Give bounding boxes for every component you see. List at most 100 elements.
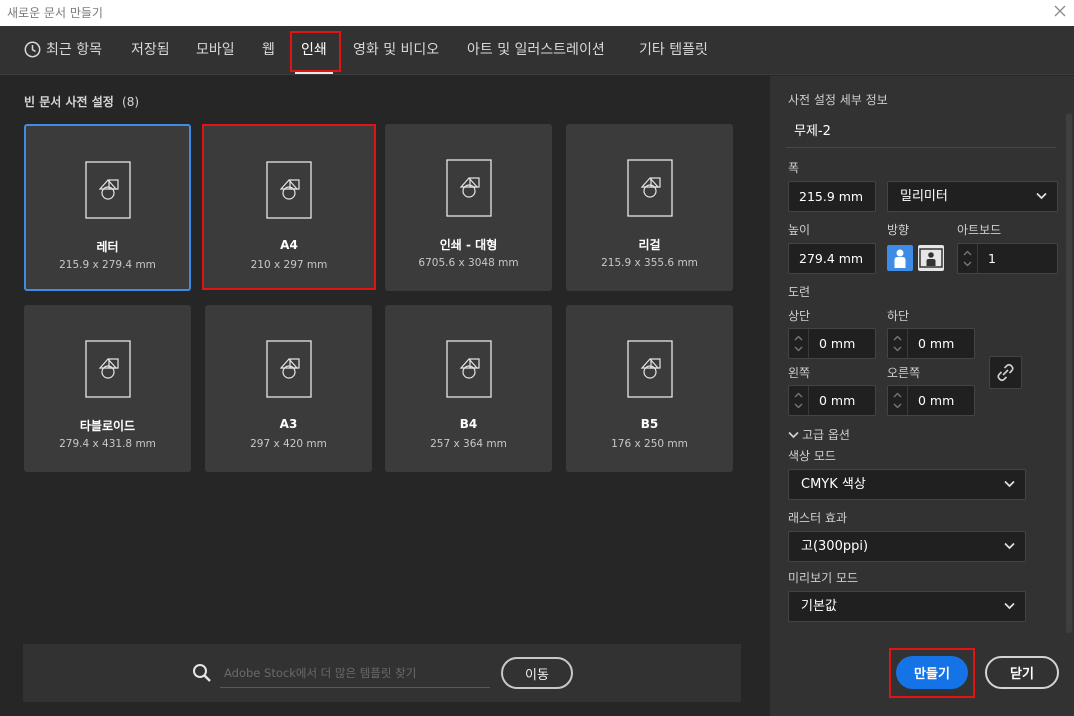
bleed-label: 도련: [788, 285, 811, 299]
preset-dims: 215.9 x 355.6 mm: [601, 257, 698, 269]
chevron-down-icon[interactable]: [794, 346, 803, 352]
stock-search-input[interactable]: [220, 658, 490, 688]
preset-card-print-large[interactable]: 인쇄 - 대형 6705.6 x 3048 mm: [385, 124, 552, 291]
orientation-label: 방향: [887, 223, 910, 237]
raster-effects-label: 래스터 효과: [788, 511, 848, 525]
landscape-icon: [919, 248, 943, 268]
tab-recent[interactable]: 최근 항목: [46, 26, 102, 74]
bleed-top-value: 0 mm: [819, 336, 856, 351]
stepper-arrows[interactable]: [789, 329, 809, 358]
top-label: 상단: [788, 309, 811, 323]
tab-web[interactable]: 웹: [262, 26, 275, 74]
color-mode-select[interactable]: CMYK 색상: [788, 469, 1026, 500]
chevron-down-icon: [1036, 192, 1047, 200]
preview-mode-value: 기본값: [801, 599, 837, 614]
close-icon[interactable]: [1052, 3, 1068, 19]
chevron-down-icon: [1004, 602, 1015, 610]
bleed-left-stepper[interactable]: 0 mm: [788, 385, 876, 416]
preset-dims: 176 x 250 mm: [611, 438, 688, 450]
preset-name: B4: [459, 417, 478, 431]
create-button[interactable]: 만들기: [896, 656, 968, 689]
chevron-up-icon[interactable]: [963, 250, 972, 256]
close-button[interactable]: 닫기: [985, 656, 1059, 689]
height-field[interactable]: 279.4 mm: [788, 243, 876, 274]
preset-name: 레터: [96, 240, 119, 254]
landscape-button[interactable]: [918, 245, 944, 271]
preset-dims: 215.9 x 279.4 mm: [59, 259, 156, 271]
stepper-arrows[interactable]: [789, 386, 809, 415]
width-field[interactable]: 215.9 mm: [788, 181, 876, 212]
bleed-right-stepper[interactable]: 0 mm: [887, 385, 975, 416]
tab-other-templates[interactable]: 기타 템플릿: [639, 26, 708, 74]
preset-card-legal[interactable]: 리걸 215.9 x 355.6 mm: [566, 124, 733, 291]
go-button[interactable]: 이동: [501, 657, 573, 689]
preset-name: 타블로이드: [79, 419, 136, 433]
chevron-up-icon[interactable]: [794, 335, 803, 341]
chevron-down-icon: [1004, 480, 1015, 488]
preview-mode-label: 미리보기 모드: [788, 571, 859, 585]
search-icon: [193, 664, 211, 682]
tab-saved[interactable]: 저장됨: [131, 26, 170, 74]
chevron-up-icon[interactable]: [893, 335, 902, 341]
presets-title: 빈 문서 사전 설정: [24, 95, 114, 109]
artboard-stepper[interactable]: 1: [957, 243, 1058, 274]
stepper-arrows[interactable]: [888, 329, 908, 358]
chevron-up-icon[interactable]: [794, 392, 803, 398]
document-icon: [84, 340, 131, 398]
preset-name: A4: [280, 238, 298, 252]
chevron-down-icon[interactable]: [794, 403, 803, 409]
preset-card-letter[interactable]: 레터 215.9 x 279.4 mm: [24, 124, 191, 291]
color-mode-value: CMYK 색상: [801, 477, 866, 492]
bleed-bottom-value: 0 mm: [918, 336, 955, 351]
width-label: 폭: [788, 161, 800, 175]
preset-card-tabloid[interactable]: 타블로이드 279.4 x 431.8 mm: [24, 305, 191, 472]
clock-icon: [24, 41, 41, 58]
document-icon: [445, 340, 492, 398]
document-icon: [265, 340, 312, 398]
unit-select[interactable]: 밀리미터: [887, 181, 1058, 212]
stepper-arrows[interactable]: [888, 386, 908, 415]
preview-mode-select[interactable]: 기본값: [788, 591, 1026, 622]
preset-card-a3[interactable]: A3 297 x 420 mm: [205, 305, 372, 472]
preset-name: 리걸: [638, 238, 661, 252]
link-bleed-button[interactable]: [989, 356, 1022, 389]
chevron-down-icon[interactable]: [963, 261, 972, 267]
window-title: 새로운 문서 만들기: [7, 6, 103, 20]
tab-art-illustration[interactable]: 아트 및 일러스트레이션: [467, 26, 605, 74]
left-label: 왼쪽: [788, 366, 811, 380]
chevron-up-icon[interactable]: [893, 392, 902, 398]
document-name-field[interactable]: 무제-2: [786, 118, 1056, 148]
unit-value: 밀리미터: [900, 189, 948, 204]
artboard-label: 아트보드: [957, 223, 1002, 237]
tab-mobile[interactable]: 모바일: [196, 26, 235, 74]
bleed-top-stepper[interactable]: 0 mm: [788, 328, 876, 359]
preset-card-b5[interactable]: B5 176 x 250 mm: [566, 305, 733, 472]
advanced-options-toggle[interactable]: 고급 옵션: [788, 426, 850, 443]
preset-card-a4[interactable]: A4 210 x 297 mm: [202, 124, 376, 290]
chevron-down-icon[interactable]: [893, 403, 902, 409]
panel-scrollbar[interactable]: [1066, 113, 1072, 633]
artboard-value: 1: [988, 251, 996, 266]
chevron-down-icon: [1004, 542, 1015, 550]
chevron-down-icon[interactable]: [893, 346, 902, 352]
details-heading: 사전 설정 세부 정보: [788, 93, 888, 107]
stepper-arrows[interactable]: [958, 244, 978, 273]
preset-name: B5: [640, 417, 659, 431]
presets-count: (8): [122, 95, 140, 109]
portrait-icon: [894, 249, 906, 268]
document-icon: [84, 161, 131, 219]
raster-effects-select[interactable]: 고(300ppi): [788, 531, 1026, 562]
color-mode-label: 색상 모드: [788, 449, 836, 463]
document-icon: [445, 159, 492, 217]
portrait-button[interactable]: [887, 245, 913, 271]
tab-highlight-box: [290, 31, 341, 72]
tab-film-video[interactable]: 영화 및 비디오: [353, 26, 439, 74]
height-label: 높이: [788, 223, 811, 237]
right-label: 오른쪽: [887, 366, 921, 380]
preset-card-b4[interactable]: B4 257 x 364 mm: [385, 305, 552, 472]
document-icon: [626, 340, 673, 398]
bleed-bottom-stepper[interactable]: 0 mm: [887, 328, 975, 359]
preset-dims: 297 x 420 mm: [250, 438, 327, 450]
preset-dims: 210 x 297 mm: [250, 259, 328, 271]
preset-dims: 6705.6 x 3048 mm: [418, 257, 519, 269]
